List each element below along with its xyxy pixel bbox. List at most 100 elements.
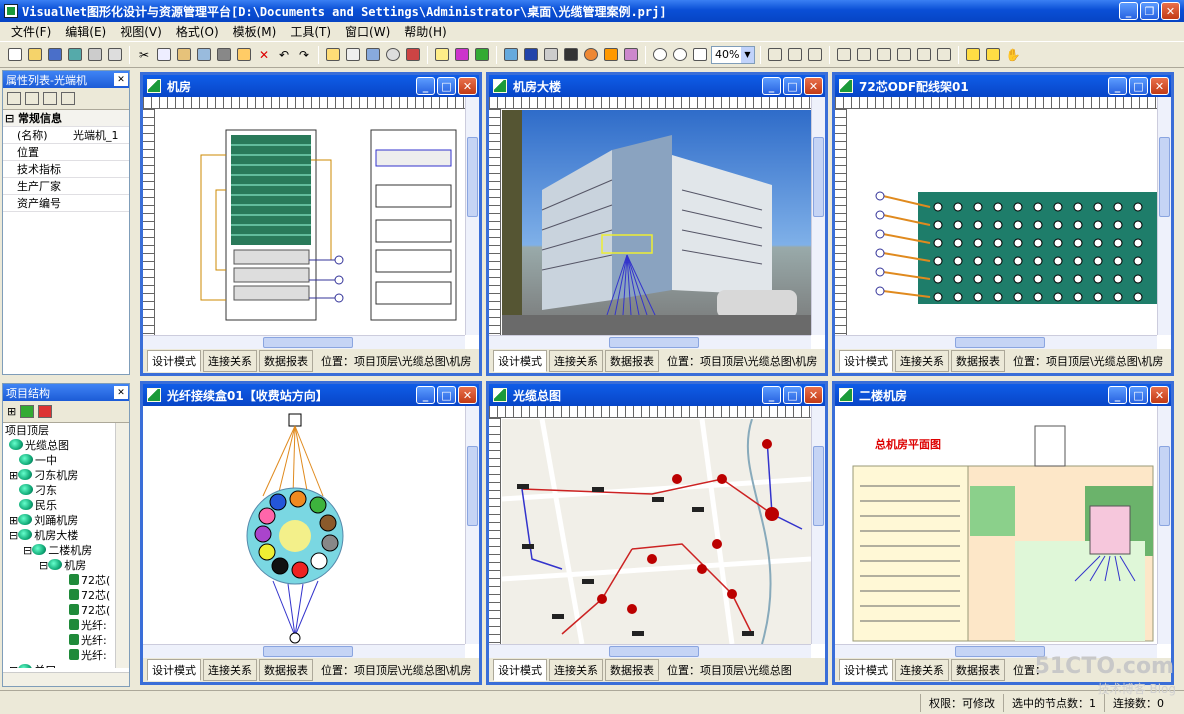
close-button[interactable]: ✕ xyxy=(804,77,823,95)
expand-all-icon[interactable]: ⊞ xyxy=(7,405,16,418)
tab-design-mode[interactable]: 设计模式 xyxy=(147,659,201,681)
tree-item[interactable]: ⊞ 刁东机房 xyxy=(5,468,129,483)
tab-connections[interactable]: 连接关系 xyxy=(895,659,949,681)
menu-help[interactable]: 帮助(H) xyxy=(397,23,453,40)
vertical-scrollbar[interactable] xyxy=(1157,406,1171,644)
design-canvas[interactable] xyxy=(143,406,465,644)
pan-hand-icon[interactable]: ✋ xyxy=(1004,46,1022,64)
table-icon[interactable] xyxy=(235,46,253,64)
tree-item[interactable]: 光纤: xyxy=(5,648,129,663)
tree-item[interactable]: 光缆总图 xyxy=(5,438,129,453)
property-group[interactable]: ⊟ 常规信息 xyxy=(3,110,129,127)
tab-data-report[interactable]: 数据报表 xyxy=(951,659,1005,681)
horizontal-scrollbar[interactable] xyxy=(489,644,811,658)
library-icon[interactable] xyxy=(404,46,422,64)
tree-item[interactable]: 72芯( xyxy=(5,588,129,603)
print-icon[interactable] xyxy=(86,46,104,64)
horizontal-scrollbar[interactable] xyxy=(489,335,811,349)
sort-alpha-icon[interactable] xyxy=(25,92,39,105)
tab-design-mode[interactable]: 设计模式 xyxy=(493,350,547,372)
tab-design-mode[interactable]: 设计模式 xyxy=(493,659,547,681)
tab-connections[interactable]: 连接关系 xyxy=(549,659,603,681)
monitor-icon[interactable] xyxy=(522,46,540,64)
property-value[interactable] xyxy=(71,143,129,161)
align-middle-icon[interactable] xyxy=(855,46,873,64)
save-icon[interactable] xyxy=(46,46,64,64)
close-button[interactable]: ✕ xyxy=(1150,77,1169,95)
maximize-button[interactable]: □ xyxy=(437,77,456,95)
publish-icon[interactable] xyxy=(66,46,84,64)
menu-edit[interactable]: 编辑(E) xyxy=(58,23,113,40)
topology-icon[interactable] xyxy=(602,46,620,64)
property-value[interactable]: 光端机_1 xyxy=(71,126,129,144)
minimize-button[interactable]: _ xyxy=(762,386,781,404)
tab-design-mode[interactable]: 设计模式 xyxy=(147,350,201,372)
paste-icon[interactable] xyxy=(175,46,193,64)
minimize-button[interactable]: _ xyxy=(416,386,435,404)
maximize-button[interactable]: □ xyxy=(783,386,802,404)
tab-connections[interactable]: 连接关系 xyxy=(203,659,257,681)
tab-data-report[interactable]: 数据报表 xyxy=(259,350,313,372)
distribute-icon[interactable] xyxy=(806,46,824,64)
tree-scrollbar[interactable] xyxy=(115,423,129,668)
align-center-icon[interactable] xyxy=(786,46,804,64)
tree-icon[interactable] xyxy=(344,46,362,64)
comment-icon[interactable] xyxy=(433,46,451,64)
cut-icon[interactable]: ✂ xyxy=(135,46,153,64)
tree-item[interactable]: 72芯( xyxy=(5,573,129,588)
minimize-button[interactable]: _ xyxy=(416,77,435,95)
align-bottom-icon[interactable] xyxy=(895,46,913,64)
design-canvas[interactable]: 总机房平面图 xyxy=(835,406,1157,644)
tree-item[interactable]: 光纤: xyxy=(5,618,129,633)
redo-icon[interactable]: ↷ xyxy=(295,46,313,64)
tree-item[interactable]: 项目顶层 xyxy=(5,423,129,438)
minimize-button[interactable]: _ xyxy=(1119,2,1138,20)
move-down-icon[interactable] xyxy=(38,405,53,418)
zoom-out-icon[interactable] xyxy=(671,46,689,64)
horizontal-scrollbar[interactable] xyxy=(143,335,465,349)
horizontal-scrollbar[interactable] xyxy=(835,335,1157,349)
vertical-scrollbar[interactable] xyxy=(1157,97,1171,335)
tab-connections[interactable]: 连接关系 xyxy=(203,350,257,372)
up-level-icon[interactable] xyxy=(324,46,342,64)
menu-file[interactable]: 文件(F) xyxy=(4,23,58,40)
design-canvas[interactable] xyxy=(502,110,811,335)
new-icon[interactable] xyxy=(6,46,24,64)
refresh-icon[interactable] xyxy=(582,46,600,64)
menu-format[interactable]: 格式(O) xyxy=(169,23,226,40)
menu-tools[interactable]: 工具(T) xyxy=(283,23,338,40)
copy-icon[interactable] xyxy=(155,46,173,64)
maximize-button[interactable]: □ xyxy=(437,386,456,404)
tree-item[interactable]: 民乐 xyxy=(5,498,129,513)
maximize-button[interactable]: □ xyxy=(783,77,802,95)
tab-connections[interactable]: 连接关系 xyxy=(895,350,949,372)
tab-data-report[interactable]: 数据报表 xyxy=(951,350,1005,372)
tree-item[interactable]: 刁东 xyxy=(5,483,129,498)
list-view-icon[interactable] xyxy=(61,92,75,105)
tree-hscrollbar[interactable] xyxy=(3,672,129,686)
tab-design-mode[interactable]: 设计模式 xyxy=(839,659,893,681)
close-icon[interactable]: ✕ xyxy=(114,73,128,86)
zoom-fit-icon[interactable] xyxy=(691,46,709,64)
tab-connections[interactable]: 连接关系 xyxy=(549,350,603,372)
maximize-button[interactable]: □ xyxy=(1129,386,1148,404)
layout-icon[interactable] xyxy=(364,46,382,64)
design-canvas[interactable] xyxy=(848,110,1157,335)
tree-item[interactable]: ⊟ 机房 xyxy=(5,558,129,573)
align-left-icon[interactable] xyxy=(766,46,784,64)
vertical-scrollbar[interactable] xyxy=(465,97,479,335)
binoculars-icon[interactable] xyxy=(562,46,580,64)
group-icon[interactable] xyxy=(964,46,982,64)
format-icon[interactable] xyxy=(195,46,213,64)
design-canvas[interactable] xyxy=(156,110,465,335)
property-value[interactable] xyxy=(71,160,129,178)
tree-item[interactable]: 光纤: xyxy=(5,633,129,648)
close-button[interactable]: ✕ xyxy=(458,386,477,404)
tree-item[interactable]: 一中 xyxy=(5,453,129,468)
categorized-icon[interactable] xyxy=(7,92,21,105)
tab-data-report[interactable]: 数据报表 xyxy=(605,350,659,372)
find-icon[interactable] xyxy=(384,46,402,64)
tree-item[interactable]: ⊞ 刘踊机房 xyxy=(5,513,129,528)
align-right-icon[interactable] xyxy=(875,46,893,64)
menu-window[interactable]: 窗口(W) xyxy=(338,23,397,40)
